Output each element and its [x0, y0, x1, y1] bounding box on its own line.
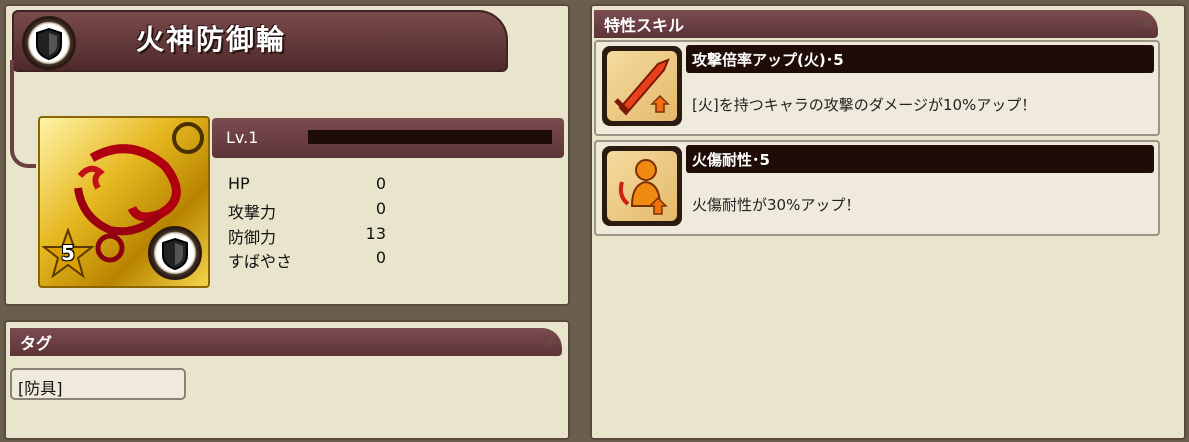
exp-bar — [308, 130, 552, 144]
skill-description: 火傷耐性が30%アップ！ — [692, 196, 861, 214]
tags-header-label: タグ — [20, 334, 53, 353]
shield-icon — [162, 237, 188, 271]
level-bar: Lv.1 — [212, 118, 564, 158]
curl-ornament-icon: ❧ — [539, 330, 558, 355]
tag-chip[interactable]: [防具] — [10, 368, 186, 400]
stat-label-defense: 防御力 — [228, 228, 277, 247]
card-type-emblem — [148, 226, 202, 280]
skills-header-label: 特性スキル — [604, 16, 685, 35]
item-card: 5 — [38, 116, 210, 288]
stat-value-defense: 13 — [365, 224, 386, 243]
stat-label-hp: HP — [228, 174, 250, 193]
level-label: Lv.1 — [226, 128, 259, 147]
tag-chip-label: [防具] — [18, 379, 63, 398]
skills-header: 特性スキル ❧ — [594, 10, 1158, 38]
rarity-star: 5 — [41, 226, 95, 280]
item-type-emblem — [22, 16, 76, 70]
skill-title: 攻撃倍率アップ(火)･5 — [686, 45, 1154, 73]
stat-label-attack: 攻撃力 — [228, 203, 277, 222]
stat-value-speed: 0 — [375, 248, 386, 267]
skill-item-burn-resist[interactable]: 火傷耐性･5 火傷耐性が30%アップ！ — [594, 140, 1160, 236]
stat-value-attack: 0 — [375, 199, 386, 218]
skill-title: 火傷耐性･5 — [686, 145, 1154, 173]
skill-item-attack-up[interactable]: 攻撃倍率アップ(火)･5 [火]を持つキャラの攻撃のダメージが10%アップ！ — [594, 40, 1160, 136]
shield-icon — [36, 27, 62, 61]
sword-fire-icon — [602, 46, 682, 126]
card-swirl-ornament — [172, 122, 204, 154]
title-frame-ornament — [10, 60, 36, 168]
skill-description: [火]を持つキャラの攻撃のダメージが10%アップ！ — [692, 96, 1037, 114]
stat-label-speed: すばやさ — [228, 252, 293, 271]
rarity-value: 5 — [61, 241, 75, 265]
item-name: 火神防御輪 — [136, 23, 287, 56]
curl-ornament-icon: ❧ — [1135, 12, 1154, 37]
tags-header: タグ ❧ — [10, 328, 562, 356]
stat-value-hp: 0 — [375, 174, 386, 193]
burn-resist-icon — [602, 146, 682, 226]
